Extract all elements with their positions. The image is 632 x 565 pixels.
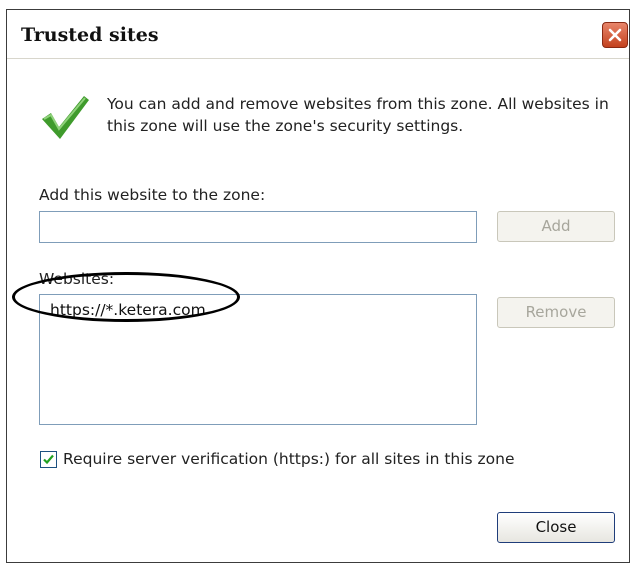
remove-button[interactable]: Remove xyxy=(497,297,615,328)
checkmark-icon xyxy=(43,454,54,465)
add-button[interactable]: Add xyxy=(497,211,615,242)
intro-text: You can add and remove websites from thi… xyxy=(107,95,609,135)
green-check-icon xyxy=(42,96,89,139)
title-bar: Trusted sites xyxy=(7,10,629,59)
add-website-input[interactable] xyxy=(39,211,477,243)
require-verification-label[interactable]: Require server verification (https:) for… xyxy=(63,450,515,468)
highlight-annotation-oval xyxy=(12,272,240,322)
require-verification-checkbox[interactable] xyxy=(40,451,57,468)
dialog-title: Trusted sites xyxy=(21,24,159,46)
add-website-label: Add this website to the zone: xyxy=(39,186,266,204)
close-icon xyxy=(608,28,622,42)
close-window-button[interactable] xyxy=(602,22,628,48)
close-button[interactable]: Close xyxy=(497,512,615,543)
